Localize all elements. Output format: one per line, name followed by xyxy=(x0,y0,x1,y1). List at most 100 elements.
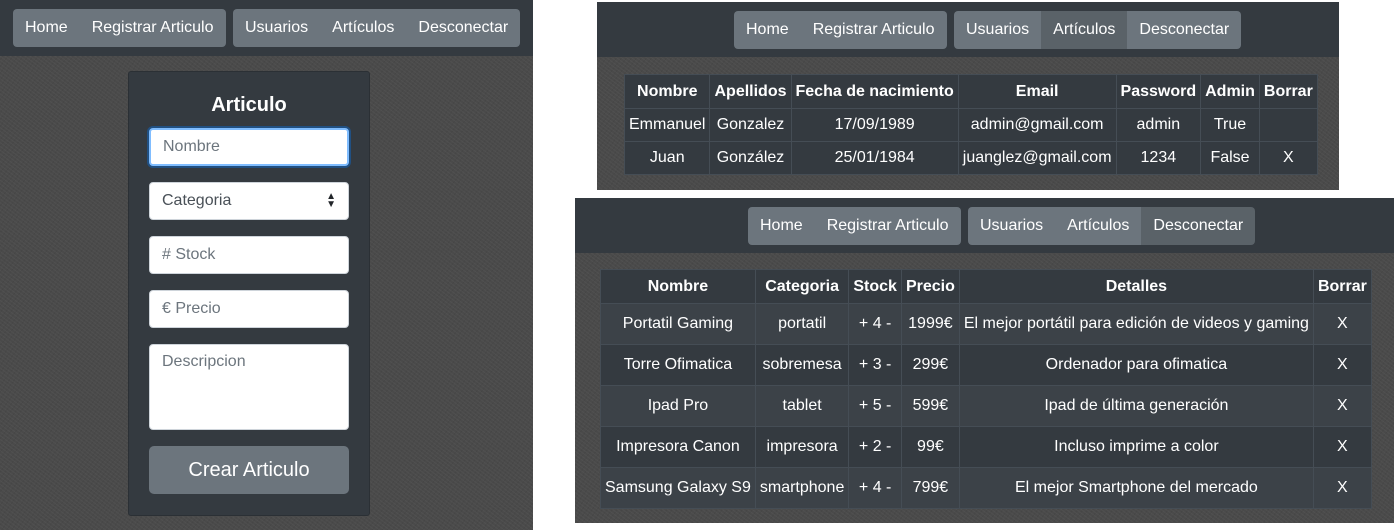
table-row: Emmanuel Gonzalez 17/09/1989 admin@gmail.co… xyxy=(623,108,1318,142)
table-cell: Ipad Pro xyxy=(600,385,756,427)
delete-cell[interactable]: X xyxy=(1258,141,1318,175)
nav-articulos-button[interactable]: Artículos xyxy=(1055,207,1142,245)
categoria-select[interactable]: Categoria ▲ ▼ xyxy=(149,182,349,220)
table-cell: El mejor portátil para edición de videos… xyxy=(958,303,1314,345)
table-cell: + 3 - xyxy=(848,344,902,386)
articles-screen: Home Registrar Articulo Usuarios Artícul… xyxy=(575,198,1394,523)
table-cell: + 5 - xyxy=(848,385,902,427)
table-cell: smartphone xyxy=(754,467,850,509)
users-table: Nombre Apellidos Fecha de nacimiento Email P… xyxy=(623,74,1318,175)
nav-group-right: Usuarios Artículos Desconectar xyxy=(954,11,1242,49)
nav-desconectar-button[interactable]: Desconectar xyxy=(406,9,521,47)
nav-home-button[interactable]: Home xyxy=(748,207,815,245)
form-title: Articulo xyxy=(211,94,287,116)
table-cell: impresora xyxy=(754,426,850,468)
delete-cell[interactable]: X xyxy=(1312,426,1372,468)
users-screen: Home Registrar Articulo Usuarios Artícul… xyxy=(597,2,1339,190)
nombre-input[interactable] xyxy=(149,128,349,166)
column-header: Fecha de nacimiento xyxy=(790,74,959,109)
table-cell: 1999€ xyxy=(900,303,960,345)
delete-cell[interactable]: X xyxy=(1312,385,1372,427)
table-cell: + 4 - xyxy=(848,467,902,509)
navbar: Home Registrar Articulo Usuarios Artícul… xyxy=(0,0,533,56)
table-row: Ipad Pro tablet + 5 -599€ Ipad de última ge… xyxy=(600,385,1372,427)
table-cell: False xyxy=(1200,141,1260,175)
table-cell: Emmanuel xyxy=(623,108,711,142)
table-row: Impresora Canon impresora + 2 -99€ Incluso … xyxy=(600,426,1372,468)
crear-articulo-button[interactable]: Crear Articulo xyxy=(149,446,349,494)
articles-table: Nombre Categoria Stock Precio Detalles Borrar… xyxy=(600,269,1372,509)
column-header: Stock xyxy=(848,269,902,304)
table-cell: tablet xyxy=(754,385,850,427)
nav-group-left: Home Registrar Articulo xyxy=(748,207,961,245)
column-header: Apellidos xyxy=(709,74,792,109)
table-cell: Juan xyxy=(623,141,711,175)
nav-home-button[interactable]: Home xyxy=(13,9,80,47)
table-cell: + 4 - xyxy=(848,303,902,345)
navbar: Home Registrar Articulo Usuarios Artícul… xyxy=(597,2,1339,57)
table-cell: 99€ xyxy=(900,426,960,468)
users-table-body: Emmanuel Gonzalez 17/09/1989 admin@gmail.co… xyxy=(623,108,1318,175)
delete-cell[interactable]: X xyxy=(1312,467,1372,509)
table-cell: Torre Ofimatica xyxy=(600,344,756,386)
table-cell: 1234 xyxy=(1115,141,1202,175)
column-header: Precio xyxy=(900,269,960,304)
table-cell: Portatil Gaming xyxy=(600,303,756,345)
nav-articulos-button[interactable]: Artículos xyxy=(320,9,407,47)
table-cell: admin@gmail.com xyxy=(957,108,1117,142)
table-cell: Samsung Galaxy S9 xyxy=(600,467,756,509)
nav-group-right: Usuarios Artículos Desconectar xyxy=(968,207,1256,245)
nav-registrar-button[interactable]: Registrar Articulo xyxy=(814,207,961,245)
users-table-header: Nombre Apellidos Fecha de nacimiento Email P… xyxy=(623,74,1318,109)
navbar: Home Registrar Articulo Usuarios Artícul… xyxy=(575,198,1394,253)
table-cell: Ordenador para ofimatica xyxy=(958,344,1314,386)
nav-articulos-button[interactable]: Artículos xyxy=(1041,11,1128,49)
table-cell: admin xyxy=(1115,108,1202,142)
table-cell: sobremesa xyxy=(754,344,850,386)
table-cell: Gonzalez xyxy=(709,108,792,142)
nav-usuarios-button[interactable]: Usuarios xyxy=(968,207,1056,245)
nav-usuarios-button[interactable]: Usuarios xyxy=(954,11,1042,49)
nav-desconectar-button[interactable]: Desconectar xyxy=(1141,207,1256,245)
articles-table-body: Portatil Gaming portatil + 4 -1999€ El mejo… xyxy=(600,303,1372,509)
column-header: Admin xyxy=(1200,74,1260,109)
table-cell: Ipad de última generación xyxy=(958,385,1314,427)
table-cell: 599€ xyxy=(900,385,960,427)
table-cell: Impresora Canon xyxy=(600,426,756,468)
column-header: Borrar xyxy=(1258,74,1318,109)
column-header: Categoria xyxy=(754,269,850,304)
nav-registrar-button[interactable]: Registrar Articulo xyxy=(79,9,226,47)
header-row: Nombre Categoria Stock Precio Detalles Borrar xyxy=(600,269,1372,304)
descripcion-textarea[interactable] xyxy=(149,344,349,430)
nav-registrar-button[interactable]: Registrar Articulo xyxy=(800,11,947,49)
table-cell: juanglez@gmail.com xyxy=(957,141,1117,175)
categoria-select-value: Categoria xyxy=(162,192,232,209)
table-row: Portatil Gaming portatil + 4 -1999€ El mejo… xyxy=(600,303,1372,345)
table-cell: El mejor Smartphone del mercado xyxy=(958,467,1314,509)
column-header: Nombre xyxy=(623,74,711,109)
table-cell: 17/09/1989 xyxy=(790,108,959,142)
nav-desconectar-button[interactable]: Desconectar xyxy=(1127,11,1242,49)
table-cell: + 2 - xyxy=(848,426,902,468)
precio-input[interactable] xyxy=(149,290,349,328)
column-header: Borrar xyxy=(1312,269,1372,304)
articles-table-header: Nombre Categoria Stock Precio Detalles Borrar xyxy=(600,269,1372,304)
table-row: Torre Ofimatica sobremesa + 3 -299€ Ordenad… xyxy=(600,344,1372,386)
delete-cell[interactable]: X xyxy=(1312,303,1372,345)
column-header: Email xyxy=(957,74,1117,109)
nav-group-right: Usuarios Artículos Desconectar xyxy=(233,9,521,47)
stock-input[interactable] xyxy=(149,236,349,274)
delete-cell xyxy=(1258,108,1318,142)
nav-usuarios-button[interactable]: Usuarios xyxy=(233,9,321,47)
article-form-screen: Home Registrar Articulo Usuarios Artícul… xyxy=(0,0,533,530)
nav-group-left: Home Registrar Articulo xyxy=(13,9,226,47)
table-cell: 299€ xyxy=(900,344,960,386)
column-header: Password xyxy=(1115,74,1202,109)
column-header: Detalles xyxy=(958,269,1314,304)
article-form-card: Articulo Categoria ▲▼ Crear Articulo xyxy=(128,71,370,516)
nav-home-button[interactable]: Home xyxy=(734,11,801,49)
select-arrows-icon: ▲ ▼ xyxy=(326,191,336,210)
table-cell: 25/01/1984 xyxy=(790,141,959,175)
delete-cell[interactable]: X xyxy=(1312,344,1372,386)
table-cell: portatil xyxy=(754,303,850,345)
